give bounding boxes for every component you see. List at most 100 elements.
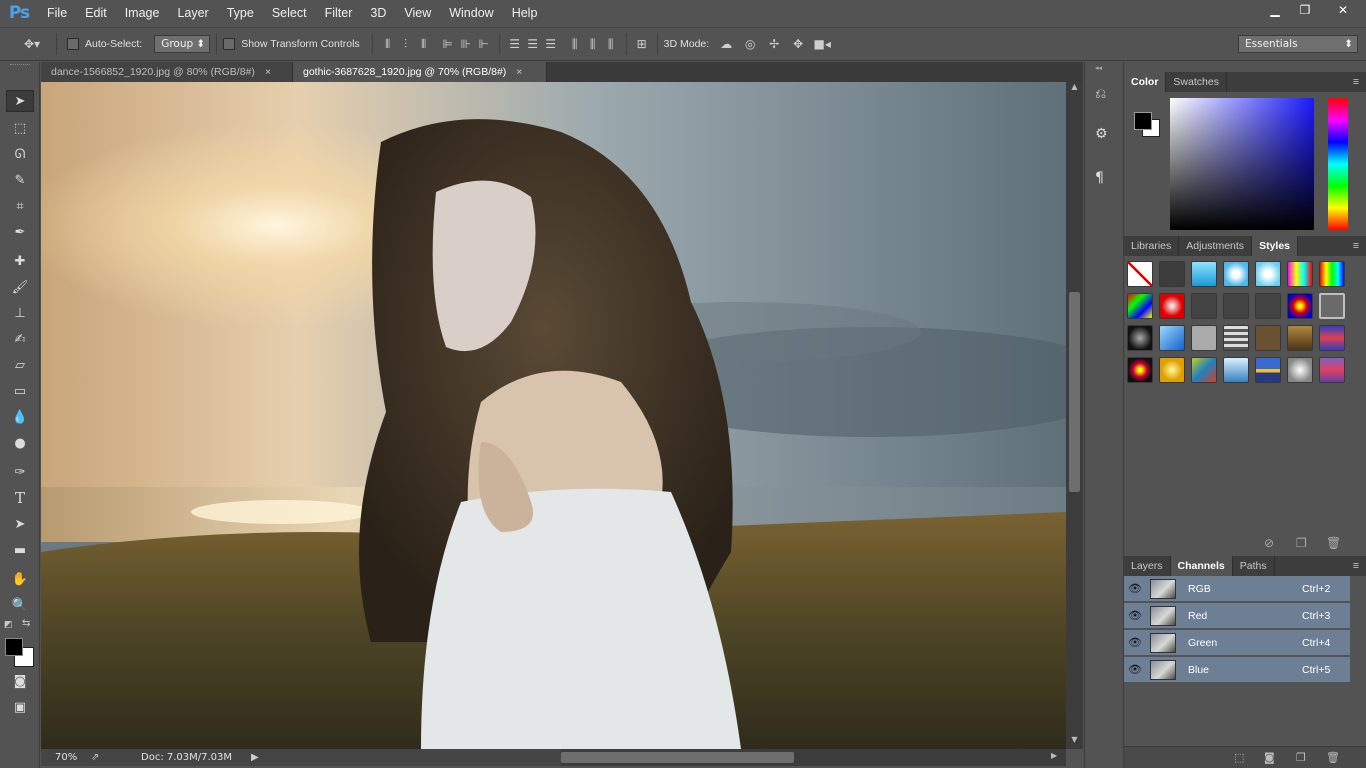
style-swatch[interactable]: [1191, 293, 1217, 319]
style-swatch[interactable]: [1223, 325, 1249, 351]
marquee-tool-icon[interactable]: ⬚: [6, 117, 34, 139]
channel-row-green[interactable]: 👁 Green Ctrl+4: [1124, 630, 1350, 656]
new-channel-icon[interactable]: ❐: [1296, 751, 1306, 764]
close-tab-icon[interactable]: ×: [516, 66, 522, 78]
hand-tool-icon[interactable]: ✋: [6, 568, 34, 590]
delete-channel-icon[interactable]: 🗑: [1326, 751, 1340, 764]
style-swatch[interactable]: [1319, 293, 1345, 319]
style-swatch[interactable]: [1191, 357, 1217, 383]
menu-select[interactable]: Select: [263, 6, 316, 20]
auto-select-dropdown[interactable]: Group ⬍: [154, 35, 211, 53]
eyedropper-tool-icon[interactable]: ✒: [6, 221, 34, 243]
vertical-scrollbar[interactable]: ▲ ▼: [1066, 82, 1083, 749]
workspace-dropdown[interactable]: Essentials ⬍: [1238, 35, 1358, 53]
tab-document-1[interactable]: dance-1566852_1920.jpg @ 80% (RGB/8#) ×: [41, 62, 293, 82]
style-swatch[interactable]: [1223, 261, 1249, 287]
visibility-eye-icon[interactable]: 👁: [1124, 663, 1146, 676]
history-brush-tool-icon[interactable]: ✍: [6, 328, 34, 350]
history-panel-icon[interactable]: ⎌: [1095, 86, 1115, 106]
visibility-eye-icon[interactable]: 👁: [1124, 582, 1146, 595]
panel-menu-icon[interactable]: ≡: [1346, 236, 1366, 256]
style-swatch[interactable]: [1319, 261, 1345, 287]
tab-color[interactable]: Color: [1124, 72, 1167, 92]
align-hcenter-icon[interactable]: ⊪: [457, 35, 475, 53]
menu-file[interactable]: File: [38, 6, 76, 20]
zoom-level[interactable]: 70%: [41, 752, 91, 763]
rectangle-tool-icon[interactable]: ▬: [6, 539, 34, 561]
scroll-right-icon[interactable]: ▶: [1051, 751, 1063, 763]
panel-menu-icon[interactable]: ≡: [1346, 72, 1366, 92]
distribute-left-icon[interactable]: ⫼: [566, 35, 584, 53]
close-button[interactable]: ✕: [1320, 0, 1366, 20]
tab-paths[interactable]: Paths: [1233, 556, 1275, 576]
lasso-tool-icon[interactable]: ᘏ: [6, 143, 34, 165]
foreground-color-swatch[interactable]: [5, 638, 23, 656]
align-left-icon[interactable]: ⊫: [439, 35, 457, 53]
toolbox-grip[interactable]: [10, 64, 30, 68]
style-swatch[interactable]: [1159, 261, 1185, 287]
collapse-icon[interactable]: ◂◂: [1095, 64, 1113, 72]
style-swatch[interactable]: [1191, 261, 1217, 287]
style-swatch[interactable]: [1287, 261, 1313, 287]
3d-pan-icon[interactable]: ✢: [765, 35, 783, 53]
distribute-hcenter-icon[interactable]: ⫼: [584, 35, 602, 53]
menu-layer[interactable]: Layer: [168, 6, 217, 20]
style-swatch[interactable]: [1319, 325, 1345, 351]
color-foreground-swatch[interactable]: [1134, 112, 1152, 130]
3d-roll-icon[interactable]: ◎: [741, 35, 759, 53]
style-swatch[interactable]: [1223, 357, 1249, 383]
style-swatch[interactable]: [1287, 325, 1313, 351]
style-swatch[interactable]: [1159, 357, 1185, 383]
style-swatch[interactable]: [1287, 293, 1313, 319]
channel-row-red[interactable]: 👁 Red Ctrl+3: [1124, 603, 1350, 629]
distribute-right-icon[interactable]: ⫼: [602, 35, 620, 53]
align-right-icon[interactable]: ⊩: [475, 35, 493, 53]
pen-tool-icon[interactable]: ✑: [6, 461, 34, 483]
hue-slider[interactable]: [1328, 98, 1348, 230]
distribute-top-icon[interactable]: ☰: [506, 35, 524, 53]
distribute-bottom-icon[interactable]: ☰: [542, 35, 560, 53]
dodge-tool-icon[interactable]: ●: [6, 432, 34, 454]
save-selection-icon[interactable]: ◙: [1264, 751, 1275, 764]
style-swatch[interactable]: [1255, 261, 1281, 287]
load-selection-icon[interactable]: ⬚: [1234, 751, 1244, 764]
delete-style-icon[interactable]: 🗑: [1326, 536, 1341, 550]
default-colors-icon[interactable]: ◩: [4, 620, 14, 630]
eraser-tool-icon[interactable]: ▱: [6, 354, 34, 376]
visibility-eye-icon[interactable]: 👁: [1124, 609, 1146, 622]
style-swatch[interactable]: [1255, 357, 1281, 383]
auto-select-checkbox[interactable]: [67, 38, 79, 50]
tab-adjustments[interactable]: Adjustments: [1179, 236, 1253, 256]
tab-document-2[interactable]: gothic-3687628_1920.jpg @ 70% (RGB/8#) ×: [293, 62, 547, 82]
clone-stamp-tool-icon[interactable]: ⊥: [6, 302, 34, 324]
share-icon[interactable]: ⇗: [91, 752, 121, 763]
new-style-icon[interactable]: ❐: [1296, 536, 1307, 550]
zoom-tool-icon[interactable]: 🔍: [6, 594, 34, 616]
swap-colors-icon[interactable]: ⇆: [22, 618, 34, 630]
style-swatch[interactable]: [1159, 293, 1185, 319]
brush-tool-icon[interactable]: 🖌: [6, 276, 34, 298]
show-transform-checkbox[interactable]: [223, 38, 236, 50]
close-tab-icon[interactable]: ×: [265, 66, 271, 78]
path-selection-tool-icon[interactable]: ➤: [6, 513, 34, 535]
distribute-vcenter-icon[interactable]: ☰: [524, 35, 542, 53]
auto-align-icon[interactable]: ⊞: [633, 35, 651, 53]
menu-image[interactable]: Image: [116, 6, 169, 20]
channel-row-blue[interactable]: 👁 Blue Ctrl+5: [1124, 657, 1350, 683]
menu-view[interactable]: View: [395, 6, 440, 20]
gradient-tool-icon[interactable]: ▭: [6, 380, 34, 402]
visibility-eye-icon[interactable]: 👁: [1124, 636, 1146, 649]
panel-menu-icon[interactable]: ≡: [1346, 556, 1366, 576]
move-tool-preset-icon[interactable]: ✥▾: [18, 35, 46, 53]
tab-styles[interactable]: Styles: [1252, 236, 1298, 256]
tab-channels[interactable]: Channels: [1170, 556, 1233, 576]
3d-orbit-icon[interactable]: ☁: [717, 35, 735, 53]
scroll-down-icon[interactable]: ▼: [1069, 735, 1080, 749]
align-vcenter-icon[interactable]: ⫶: [397, 35, 415, 53]
blur-tool-icon[interactable]: 💧: [6, 406, 34, 428]
move-tool-icon[interactable]: ➤: [6, 90, 34, 112]
style-swatch[interactable]: [1287, 357, 1313, 383]
healing-brush-tool-icon[interactable]: ✚: [6, 250, 34, 272]
tab-libraries[interactable]: Libraries: [1124, 236, 1180, 256]
style-swatch[interactable]: [1127, 261, 1153, 287]
